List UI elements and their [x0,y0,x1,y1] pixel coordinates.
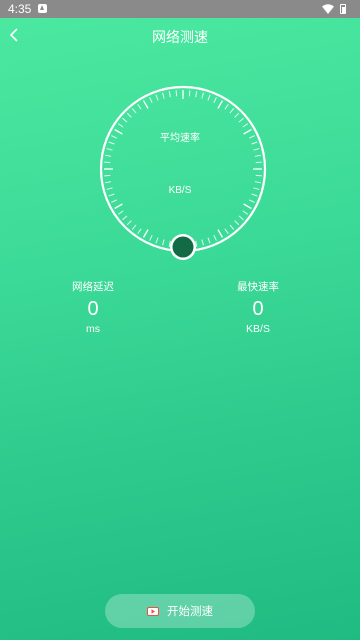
gauge-tick [162,92,165,99]
gauge-tick [149,234,153,241]
gauge-tick [111,199,118,203]
gauge-tick [122,215,128,221]
page-title: 网络测速 [152,30,208,46]
latency-stat: 网络延迟 0 ms [33,280,153,336]
gauge-ring [99,85,267,253]
gauge-tick [114,203,123,210]
gauge-tick [201,92,204,99]
gauge-tick [229,224,235,230]
gauge-tick [118,210,124,215]
gauge-knob [172,236,194,258]
gauge-tick [126,112,132,118]
gauge-tick [142,229,149,238]
gauge-tick [201,239,204,246]
gauge-tick [229,108,235,114]
gauge-average-speed-label: 平均速率 [160,133,200,144]
gauge-tick [254,154,261,157]
gauge-tick [248,199,255,203]
latency-label: 网络延迟 [72,281,114,293]
max-speed-stat: 最快速率 0 KB/S [198,280,318,336]
gauge-tick [137,228,142,234]
gauge-tick [213,97,217,104]
gauge-tick [255,174,262,177]
gauge-tick [105,181,112,184]
gauge-tick [131,108,137,114]
start-test-button[interactable]: 开始测速 [105,594,255,628]
gauge-tick [242,210,248,215]
gauge-tick [254,181,261,184]
wifi-icon [322,4,334,14]
start-test-label: 开始测速 [167,604,213,618]
gauge-tick [175,90,178,97]
gauge-tick [213,234,217,241]
gauge-tick [188,90,191,97]
gauge-tick [137,104,142,110]
gauge-tick [238,215,244,221]
gauge-tick [242,123,248,128]
title-bar: 网络测速 [0,18,360,56]
gauge-tick [255,161,262,164]
gauge-tick [217,100,224,109]
battery-icon [340,4,346,14]
gauge-tick [104,174,111,177]
gauge-tick [162,239,165,246]
gauge-tick [155,237,159,244]
gauge-tick [106,148,113,151]
gauge-tick [126,220,132,226]
video-play-icon [147,606,159,616]
gauge-tick [207,237,211,244]
gauge-tick [238,117,244,123]
notification-a-icon [38,4,47,13]
gauge-tick [243,203,252,210]
gauge-tick [217,229,224,238]
gauge-tick [122,117,128,123]
max-speed-unit: KB/S [246,323,270,335]
speed-gauge [99,85,267,260]
gauge-tick [131,224,137,230]
latency-unit: ms [86,323,100,335]
gauge-tick [118,123,124,128]
gauge-tick [105,154,112,157]
gauge-tick [142,100,149,109]
status-time: 4:35 [8,2,32,16]
gauge-tick [149,97,153,104]
gauge-tick [168,91,171,98]
gauge-unit-label: KB/S [168,185,192,196]
gauge-tick [234,112,240,118]
gauge-tick [224,228,229,234]
gauge-tick [234,220,240,226]
gauge-tick [155,94,159,101]
latency-value: 0 [87,298,99,320]
gauge-tick [195,91,198,98]
status-icons [322,3,352,15]
gauge-tick [253,148,260,151]
max-speed-value: 0 [252,298,264,320]
speed-test-screen: 4:35 网络测速 平均速率 KB/S 网络延迟 0 ms 最快速率 0 KB/… [0,0,360,640]
gauge-tick [224,104,229,110]
gauge-tick [104,161,111,164]
status-bar: 4:35 [0,0,360,18]
gauge-tick [207,94,211,101]
max-speed-label: 最快速率 [237,281,279,293]
